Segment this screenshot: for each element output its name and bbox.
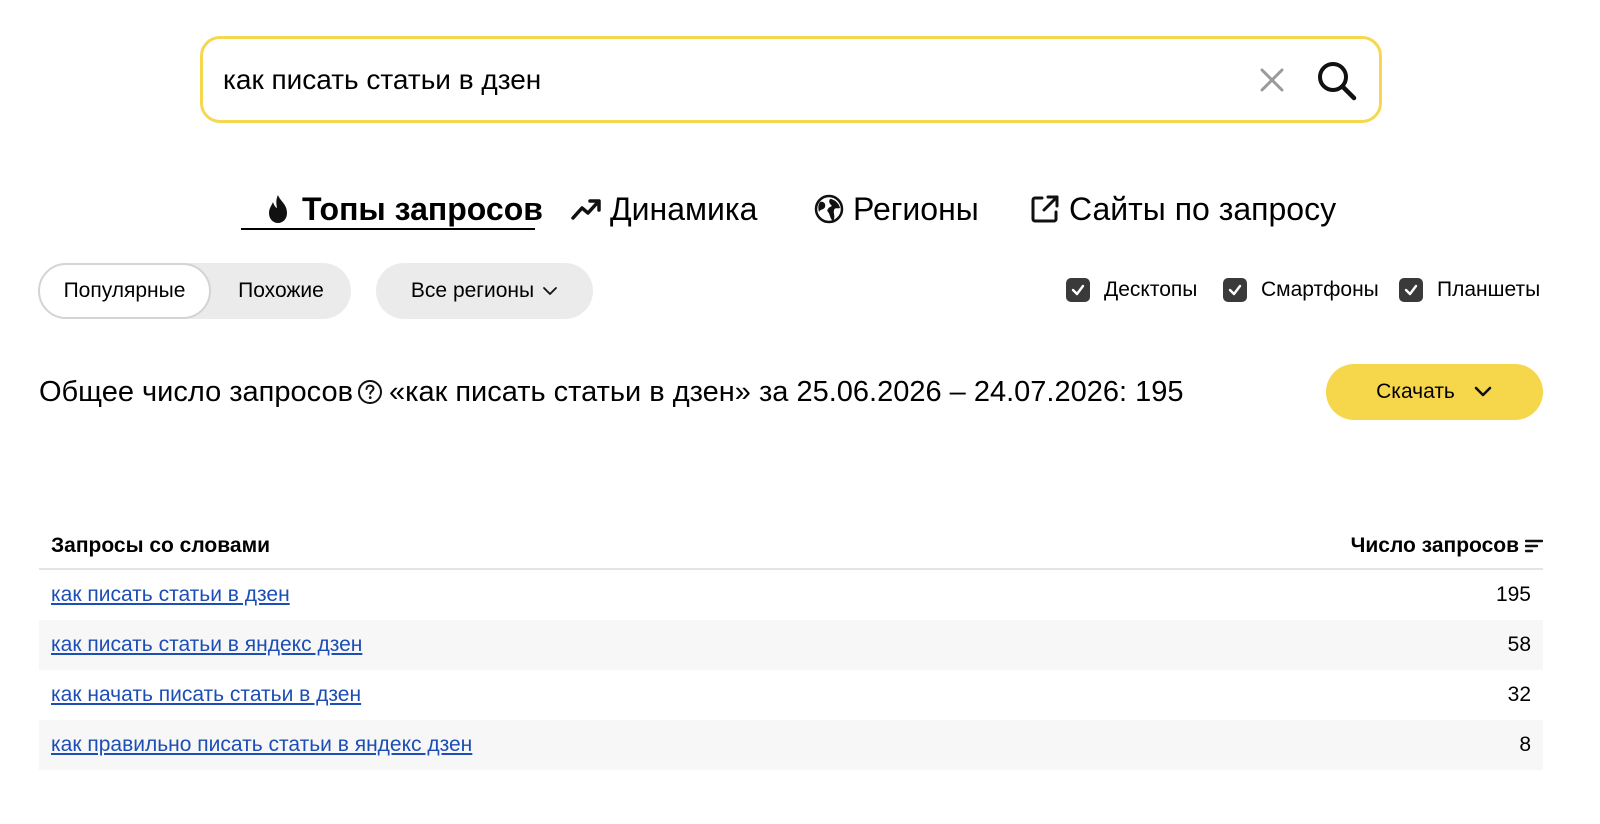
summary-prefix: Общее число запросов	[39, 375, 354, 408]
similar-toggle[interactable]: Похожие	[211, 263, 351, 319]
popular-toggle[interactable]: Популярные	[38, 263, 211, 319]
query-mode-switch: Популярные Похожие	[38, 263, 351, 319]
query-count: 32	[1507, 683, 1531, 706]
query-link[interactable]: как начать писать статьи в дзен	[51, 683, 361, 707]
download-button[interactable]: Скачать	[1326, 364, 1543, 420]
summary-text: «как писать статьи в дзен» за 25.06.2026…	[389, 375, 1184, 408]
checkbox-label: Десктопы	[1104, 278, 1198, 301]
download-label: Скачать	[1376, 380, 1455, 403]
tab-label: Топы запросов	[302, 190, 543, 227]
table-header: Запросы со словами Число запросов	[39, 522, 1543, 570]
fire-icon	[269, 195, 287, 223]
checkbox-checked-icon	[1066, 278, 1090, 302]
query-link[interactable]: как писать статьи в яндекс дзен	[51, 633, 362, 657]
table-body: как писать статьи в дзен 195 как писать …	[39, 570, 1543, 770]
tab-regions[interactable]: Регионы	[813, 186, 979, 232]
total-queries-summary: Общее число запросов «как писать статьи …	[39, 372, 1183, 412]
tab-label: Регионы	[853, 190, 979, 227]
table-row: как начать писать статьи в дзен 32	[39, 670, 1543, 720]
query-count: 195	[1495, 583, 1531, 606]
external-link-icon	[1031, 195, 1059, 223]
tablets-checkbox[interactable]: Планшеты	[1399, 278, 1540, 302]
query-link[interactable]: как правильно писать статьи в яндекс дзе…	[51, 733, 472, 757]
search-bar	[200, 36, 1382, 123]
table-row: как писать статьи в яндекс дзен 58	[39, 620, 1543, 670]
tab-sites[interactable]: Сайты по запросу	[1029, 186, 1336, 232]
query-count: 58	[1507, 633, 1531, 656]
tab-top-queries[interactable]: Топы запросов	[262, 186, 543, 232]
search-button[interactable]	[1315, 59, 1359, 103]
queries-table: Запросы со словами Число запросов как пи…	[39, 522, 1543, 770]
checkbox-label: Планшеты	[1437, 278, 1541, 301]
trend-up-icon	[571, 199, 601, 220]
chevron-down-icon	[1474, 386, 1492, 397]
smartphones-checkbox[interactable]: Смартфоны	[1223, 278, 1379, 302]
active-tab-underline	[241, 228, 535, 230]
region-label: Все регионы	[410, 279, 535, 302]
close-icon	[1260, 68, 1284, 92]
sort-icon	[1525, 539, 1543, 553]
checkbox-checked-icon	[1399, 278, 1423, 302]
clear-search-button[interactable]	[1255, 63, 1289, 97]
count-column-header: Число запросов	[1350, 534, 1519, 557]
tab-label: Сайты по запросу	[1069, 190, 1337, 227]
query-count: 8	[1519, 733, 1531, 756]
help-icon[interactable]	[357, 379, 383, 405]
query-link[interactable]: как писать статьи в дзен	[51, 583, 290, 607]
checkbox-checked-icon	[1223, 278, 1247, 302]
checkbox-label: Смартфоны	[1261, 278, 1379, 301]
table-row: как писать статьи в дзен 195	[39, 570, 1543, 620]
search-icon	[1318, 62, 1357, 101]
tab-dynamics[interactable]: Динамика	[570, 186, 757, 232]
query-column-header: Запросы со словами	[51, 534, 271, 557]
tab-label: Динамика	[610, 190, 758, 227]
chevron-down-icon	[543, 287, 557, 295]
region-dropdown[interactable]: Все регионы	[376, 263, 593, 319]
wordstat-page: Топы запросов Динамика Регионы Сайты по …	[0, 0, 1600, 824]
table-row: как правильно писать статьи в яндекс дзе…	[39, 720, 1543, 770]
globe-icon	[814, 194, 844, 224]
search-input[interactable]	[223, 39, 1223, 120]
count-column-sort[interactable]: Число запросов	[1351, 534, 1543, 558]
desktops-checkbox[interactable]: Десктопы	[1066, 278, 1197, 302]
